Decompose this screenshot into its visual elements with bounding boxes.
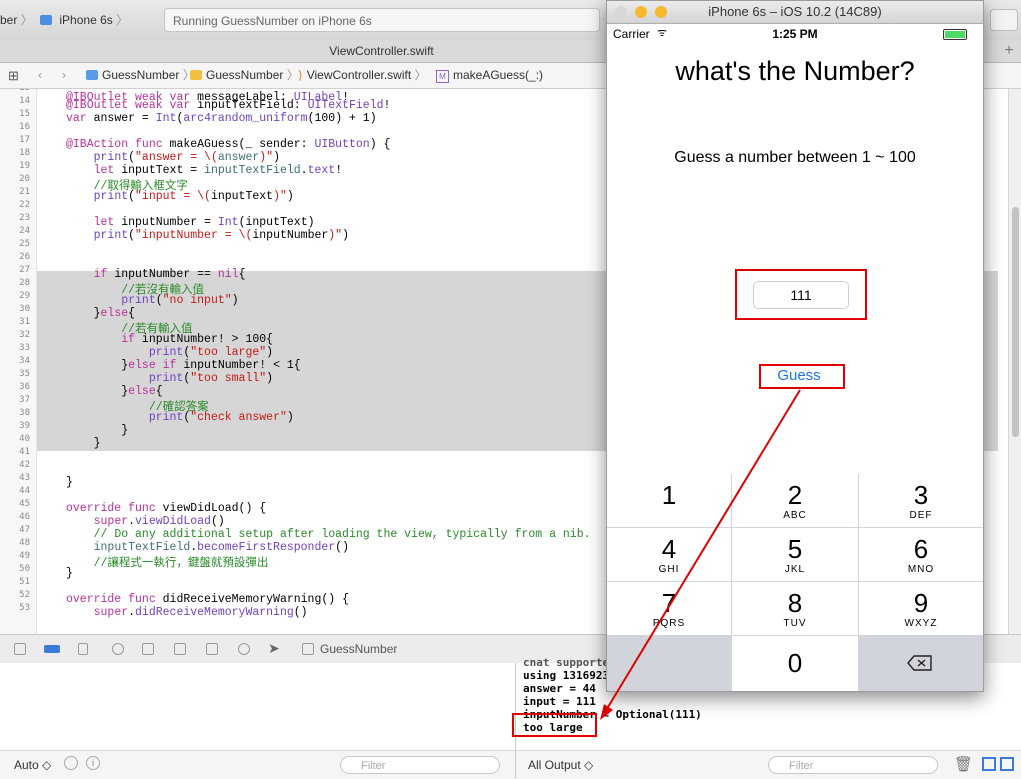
annotation-arrow bbox=[600, 389, 801, 720]
